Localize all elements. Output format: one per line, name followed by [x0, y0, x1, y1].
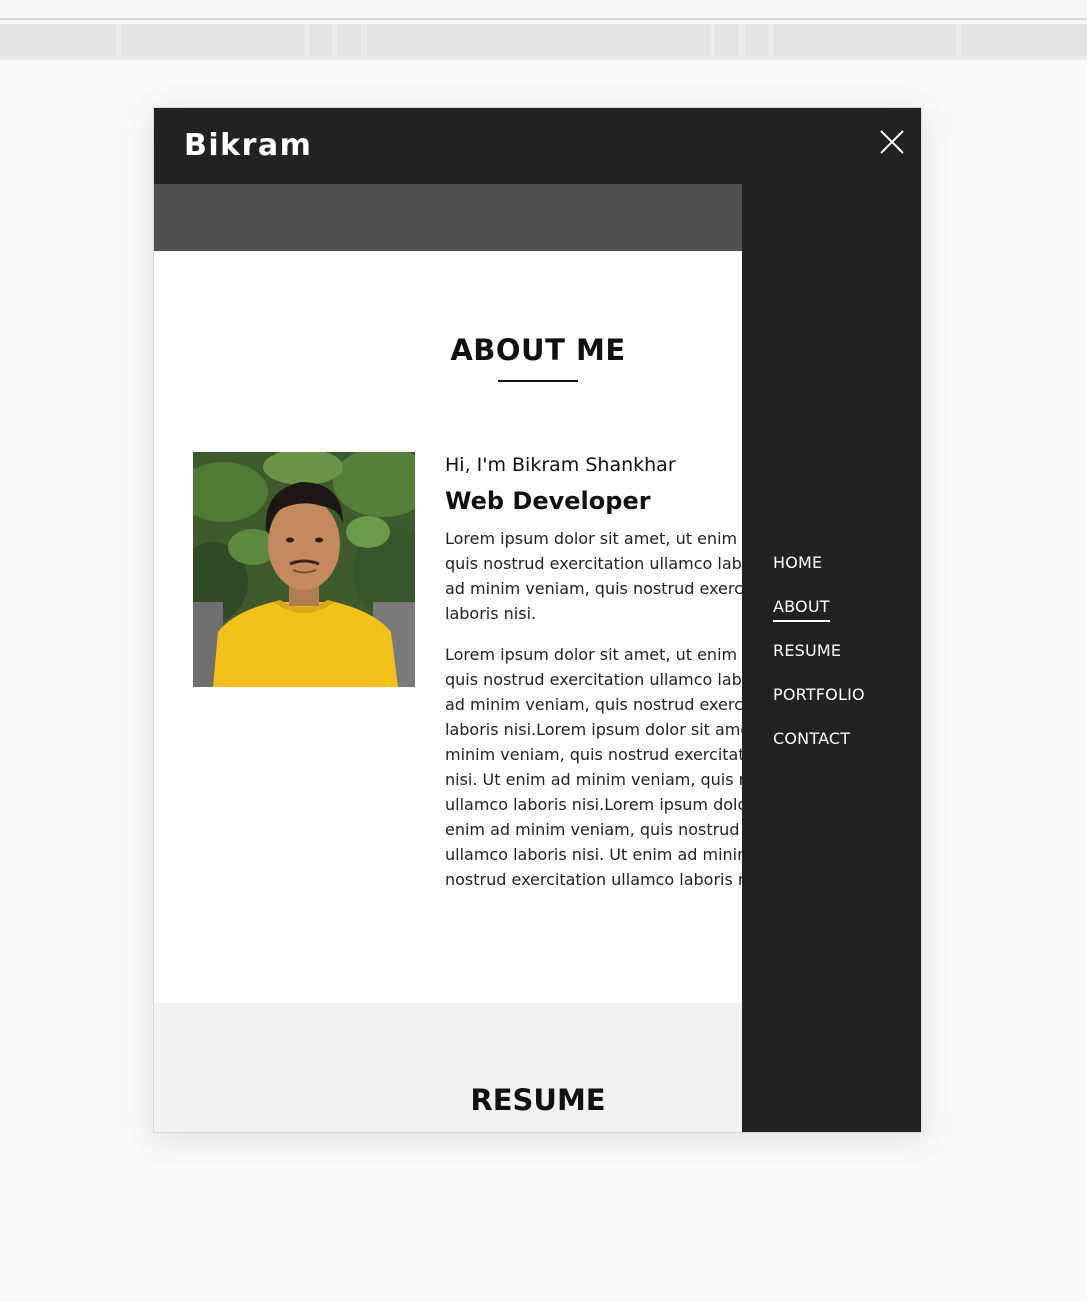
profile-photo [193, 452, 415, 687]
hero-band [154, 184, 742, 251]
paragraph-line: ullamco laboris nisi.Lorem ipsum dolo [445, 795, 742, 814]
paragraph-line: minim veniam, quis nostrud exercitatio [445, 745, 742, 764]
role-title: Web Developer [445, 487, 651, 515]
nav-item-contact: CONTACT [773, 729, 865, 773]
resume-title: RESUME [470, 1083, 606, 1117]
resume-section: RESUME [154, 1003, 742, 1132]
about-paragraph-2: Lorem ipsum dolor sit amet, ut enim a qu… [445, 642, 742, 892]
nav-item-home: HOME [773, 553, 865, 597]
nav-link-portfolio[interactable]: PORTFOLIO [773, 685, 865, 712]
about-paragraph-1: Lorem ipsum dolor sit amet, ut enim a qu… [445, 526, 742, 626]
nav-link-about[interactable]: ABOUT [773, 597, 830, 622]
intro-block: Hi, I'm Bikram Shankhar Web Developer Lo… [445, 452, 742, 892]
paragraph-line: quis nostrud exercitation ullamco labo [445, 670, 742, 689]
paragraph-line: ad minim veniam, quis nostrud exercit [445, 695, 742, 714]
toolbar-segment [0, 24, 116, 56]
nav-link-contact[interactable]: CONTACT [773, 729, 850, 756]
about-title: ABOUT ME [450, 333, 626, 367]
toolbar-segment [773, 24, 956, 56]
paragraph-line: laboris nisi.Lorem ipsum dolor sit ame [445, 720, 742, 739]
paragraph-line: enim ad minim veniam, quis nostrud e [445, 820, 742, 839]
toolbar-segment [121, 24, 304, 56]
site-header: Bikram [154, 108, 921, 184]
paragraph-line: laboris nisi. [445, 604, 537, 623]
toolbar-segment [745, 24, 768, 56]
close-menu-button[interactable] [872, 122, 912, 162]
paragraph-line: nostrud exercitation ullamco laboris n [445, 870, 742, 889]
paragraph-line: ullamco laboris nisi. Ut enim ad minim [445, 845, 742, 864]
paragraph-line: Lorem ipsum dolor sit amet, ut enim a [445, 529, 742, 548]
greeting-text: Hi, I'm Bikram Shankhar [445, 454, 676, 476]
toolbar-segment [715, 24, 739, 56]
browser-toolbar [0, 24, 1087, 60]
nav-menu: HOME ABOUT RESUME PORTFOLIO CONTACT [773, 553, 865, 773]
toolbar-segment [309, 24, 332, 56]
paragraph-line: Lorem ipsum dolor sit amet, ut enim a [445, 645, 742, 664]
brand-logo[interactable]: Bikram [184, 128, 312, 163]
device-frame: Bikram ABOUT ME Hi, I'm Bikram Shankhar … [153, 107, 922, 1133]
title-underline [498, 380, 578, 382]
toolbar-segment [961, 24, 1087, 56]
side-nav-drawer: HOME ABOUT RESUME PORTFOLIO CONTACT [742, 184, 921, 1132]
toolbar-segment [337, 24, 361, 56]
paragraph-line: ad minim veniam, quis nostrud exercit [445, 579, 742, 598]
close-icon [880, 130, 904, 154]
nav-item-resume: RESUME [773, 641, 865, 685]
paragraph-line: quis nostrud exercitation ullamco labo [445, 554, 742, 573]
paragraph-line: nisi. Ut enim ad minim veniam, quis no [445, 770, 742, 789]
browser-top-strip [0, 0, 1087, 20]
nav-item-about: ABOUT [773, 597, 865, 641]
nav-link-resume[interactable]: RESUME [773, 641, 841, 668]
nav-item-portfolio: PORTFOLIO [773, 685, 865, 729]
nav-link-home[interactable]: HOME [773, 553, 822, 580]
toolbar-segment [367, 24, 710, 56]
about-section: ABOUT ME Hi, I'm Bikram Shankhar Web Dev… [154, 251, 742, 1003]
